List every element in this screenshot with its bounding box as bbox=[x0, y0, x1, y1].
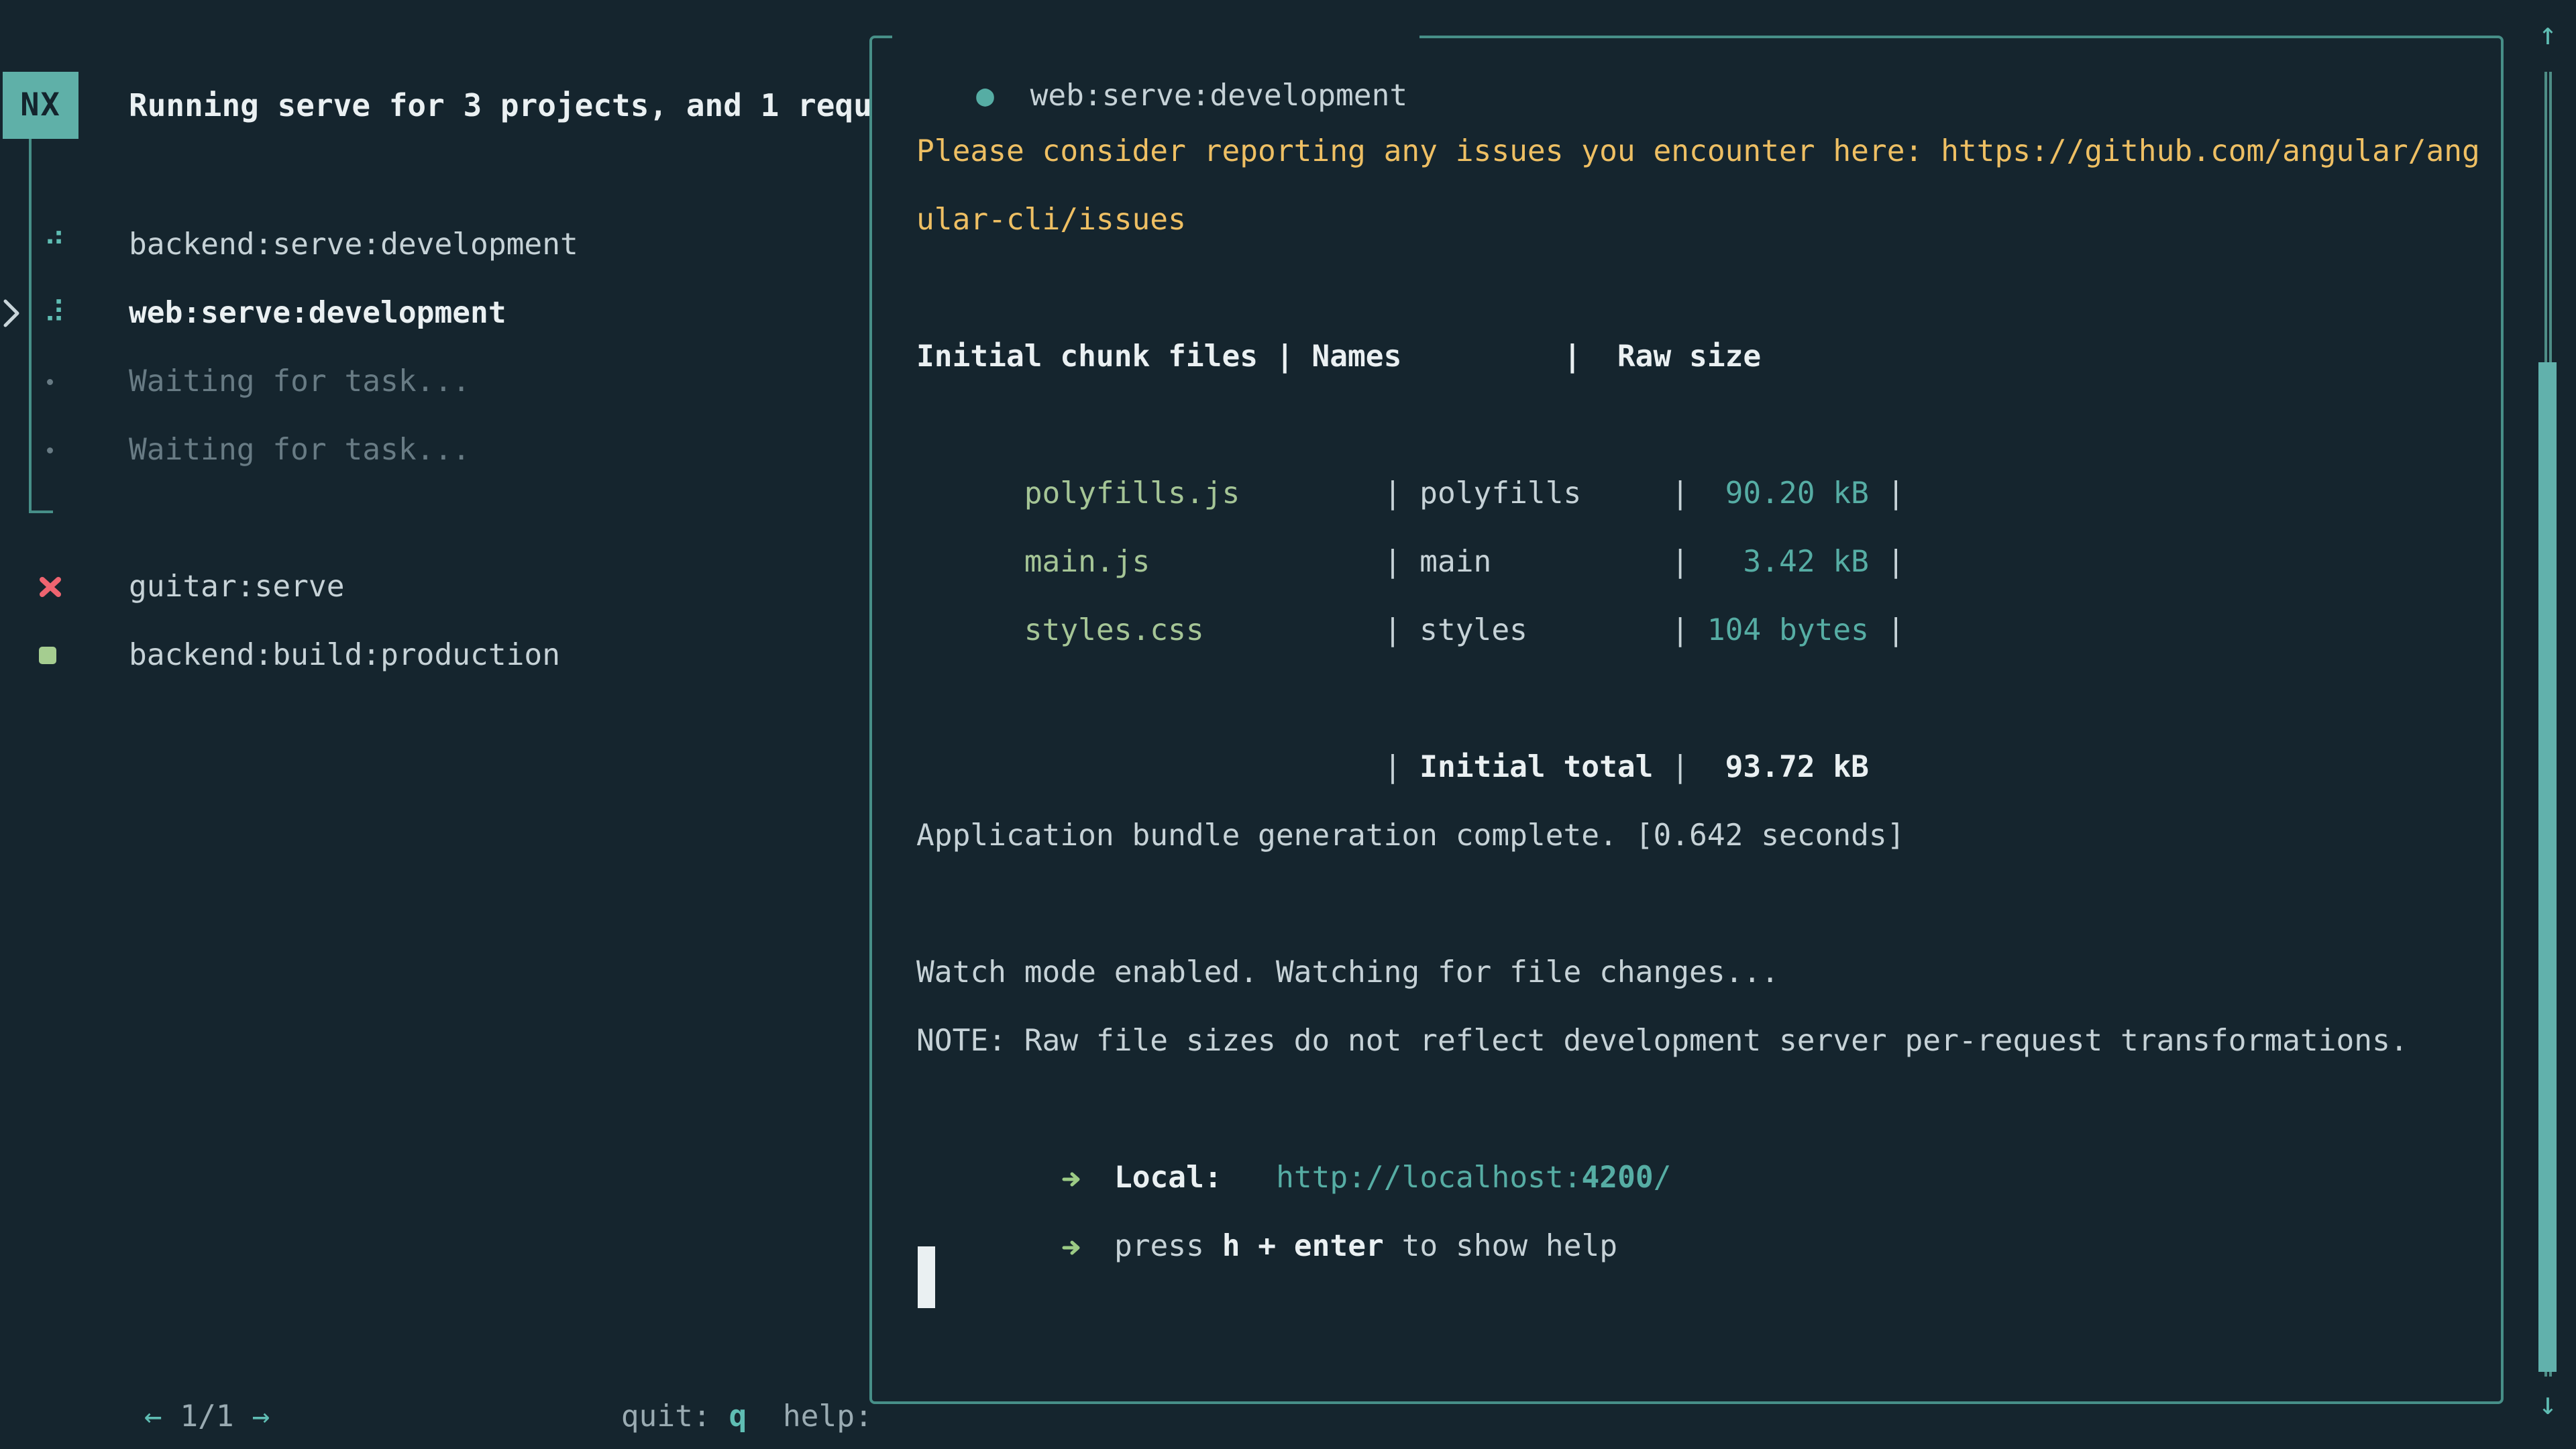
local-label: Local: bbox=[1114, 1161, 1222, 1195]
help-keys: h + enter bbox=[1222, 1229, 1384, 1263]
nx-tui-screen: NX Running serve for 3 projects, and 1 r… bbox=[0, 0, 2576, 1449]
spinner-icon: ⠼ bbox=[39, 279, 70, 347]
panel-title-label: web:serve:development bbox=[1030, 78, 1408, 113]
terminal-output: Please consider reporting any issues you… bbox=[916, 117, 2480, 1212]
success-square-icon bbox=[39, 647, 56, 664]
help-label: help: bbox=[783, 1399, 869, 1434]
pending-dot-icon bbox=[47, 447, 53, 453]
task-label: web:serve:development bbox=[129, 279, 506, 347]
task-label: Waiting for task... bbox=[129, 416, 470, 484]
quit-label: quit: bbox=[621, 1399, 729, 1434]
note-line: NOTE: Raw file sizes do not reflect deve… bbox=[916, 1007, 2480, 1075]
local-url-port[interactable]: 4200 bbox=[1582, 1161, 1654, 1195]
nx-logo: NX bbox=[3, 72, 78, 139]
spinner-icon: ⠚ bbox=[39, 211, 70, 279]
task-item-backend-serve[interactable]: ⠚ backend:serve:development bbox=[0, 211, 869, 279]
task-label: backend:build:production bbox=[129, 621, 560, 690]
task-label: guitar:serve bbox=[129, 553, 345, 621]
local-url-link[interactable]: http://localhost: bbox=[1276, 1161, 1581, 1195]
task-label: Waiting for task... bbox=[129, 347, 470, 416]
scroll-up-icon[interactable]: ↑ bbox=[2529, 7, 2567, 60]
arrow-right-icon bbox=[1060, 1212, 1078, 1281]
keyboard-shortcuts: quit: q help: ? bbox=[513, 1314, 869, 1383]
pager-prev-icon[interactable]: ← bbox=[144, 1399, 162, 1434]
terminal-cursor bbox=[918, 1246, 935, 1308]
arrow-right-icon bbox=[1060, 1144, 1078, 1212]
chunk-table-row: polyfills.js | polyfills | 90.20 kB | bbox=[916, 391, 2480, 460]
local-url-slash[interactable]: / bbox=[1654, 1161, 1672, 1195]
pending-dot-icon bbox=[47, 379, 53, 385]
running-dot-icon: ● bbox=[976, 78, 994, 113]
task-item-waiting-1[interactable]: Waiting for task... bbox=[0, 347, 869, 416]
task-item-waiting-2[interactable]: Waiting for task... bbox=[0, 416, 869, 484]
chunk-table-header: Initial chunk files | Names | Raw size bbox=[916, 323, 2480, 391]
scroll-down-icon[interactable]: ↓ bbox=[2529, 1377, 2567, 1430]
task-pager: ← 1/1 → bbox=[36, 1314, 270, 1383]
output-panel-title: ● web:serve:development bbox=[892, 5, 1419, 66]
local-url-line: Local: http://localhost:4200/ bbox=[916, 1075, 2480, 1144]
initial-total-row: | Initial total | 93.72 kB bbox=[916, 665, 2480, 733]
task-item-backend-build[interactable]: backend:build:production bbox=[0, 621, 869, 690]
issue-report-line-1: Please consider reporting any issues you… bbox=[916, 117, 2480, 186]
failed-x-icon bbox=[36, 572, 64, 602]
task-sidebar: NX Running serve for 3 projects, and 1 r… bbox=[0, 0, 869, 1449]
pager-next-icon[interactable]: → bbox=[252, 1399, 270, 1434]
scrollbar-thumb[interactable] bbox=[2538, 362, 2557, 1372]
task-item-web-serve[interactable]: ⠼ web:serve:development bbox=[0, 279, 869, 347]
sidebar-header: Running serve for 3 projects, and 1 requ bbox=[129, 72, 869, 139]
watch-mode-line: Watch mode enabled. Watching for file ch… bbox=[916, 938, 2480, 1007]
quit-key: q bbox=[729, 1399, 747, 1434]
task-label: backend:serve:development bbox=[129, 211, 578, 279]
task-item-guitar-serve[interactable]: guitar:serve bbox=[0, 553, 869, 621]
bundle-complete-line: Application bundle generation complete. … bbox=[916, 802, 2480, 870]
issue-report-line-2: ular-cli/issues bbox=[916, 186, 2480, 254]
pager-page-indicator: 1/1 bbox=[162, 1399, 252, 1434]
